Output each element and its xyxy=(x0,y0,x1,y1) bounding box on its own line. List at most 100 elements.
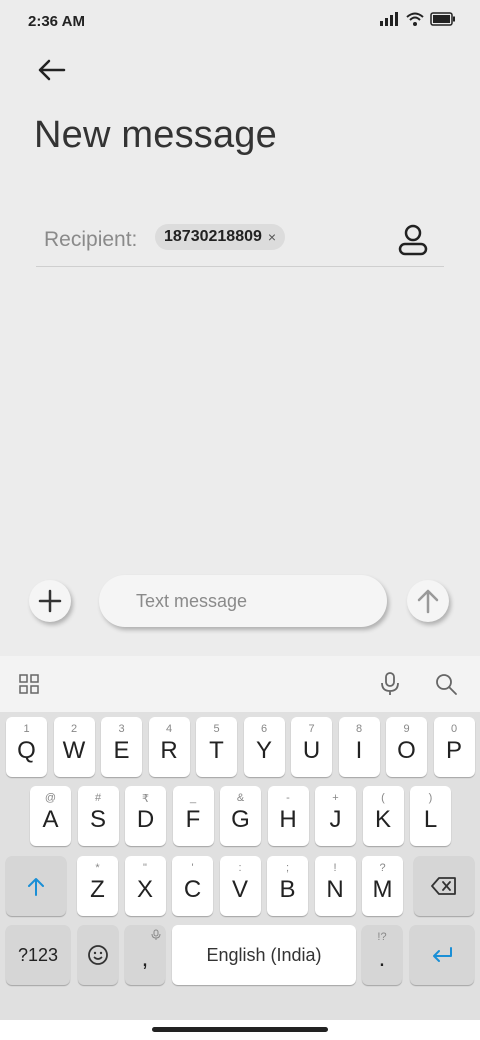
comma-key-label: , xyxy=(141,945,149,972)
key-v[interactable]: :V xyxy=(219,856,261,916)
battery-icon xyxy=(430,12,455,26)
shift-arrow-icon xyxy=(28,878,44,896)
key-l[interactable]: ) L xyxy=(410,786,451,846)
key-g[interactable]: & G xyxy=(220,786,261,846)
key-m[interactable]: ? M xyxy=(362,856,403,916)
key-label: S xyxy=(89,806,106,833)
shift-key[interactable] xyxy=(6,856,66,916)
key-hint: 5 xyxy=(213,723,220,735)
key-n[interactable]: ! N xyxy=(314,856,356,916)
key-hint: ; xyxy=(285,862,290,874)
key-hint: _ xyxy=(189,792,197,804)
key-hint: 4 xyxy=(165,723,173,735)
key-d[interactable]: ₹ D xyxy=(125,786,166,846)
comma-key[interactable]: , xyxy=(125,925,165,985)
key-label: G xyxy=(231,806,250,833)
key-i[interactable]: 8I xyxy=(338,717,380,777)
period-key-label: . xyxy=(378,945,386,972)
key-hint: * xyxy=(95,862,100,874)
key-hint: : xyxy=(238,862,242,874)
key-hint: ' xyxy=(191,862,194,874)
backspace-icon xyxy=(431,877,456,895)
key-label: E xyxy=(113,737,130,764)
key-k[interactable]: (K xyxy=(362,786,404,846)
key-h[interactable]: -H xyxy=(267,786,309,846)
key-s[interactable]: # S xyxy=(77,786,119,846)
page-title: New message xyxy=(34,114,277,156)
key-o[interactable]: 9O xyxy=(386,717,427,777)
key-hint: + xyxy=(332,792,339,804)
enter-icon xyxy=(433,947,452,962)
key-f[interactable]: _ F xyxy=(172,786,214,846)
key-label: Q xyxy=(17,737,36,764)
key-label: P xyxy=(445,737,462,764)
space-key[interactable]: English (India) xyxy=(172,925,356,985)
key-label: A xyxy=(42,806,59,833)
remove-recipient-icon[interactable]: × xyxy=(268,229,276,245)
key-label: O xyxy=(397,737,416,764)
key-u[interactable]: 7U xyxy=(291,717,332,777)
key-x[interactable]: " X xyxy=(124,856,166,916)
microphone-icon[interactable] xyxy=(379,671,401,697)
arrow-up-icon xyxy=(417,589,439,614)
keyboard-toolbar xyxy=(0,656,480,712)
recipient-chip[interactable]: 18730218809 × xyxy=(155,224,286,250)
period-key-hint: !? xyxy=(377,931,387,943)
back-button[interactable] xyxy=(34,52,70,88)
emoji-key[interactable] xyxy=(78,925,118,985)
recipient-label: Recipient: xyxy=(44,228,138,251)
plus-icon xyxy=(38,589,62,613)
recipient-chip-number: 18730218809 xyxy=(164,228,262,245)
key-label: I xyxy=(355,737,363,764)
key-hint: " xyxy=(143,862,147,874)
key-t[interactable]: 5T xyxy=(196,717,237,777)
key-label: L xyxy=(423,806,438,833)
message-input[interactable] xyxy=(136,591,356,612)
enter-key[interactable] xyxy=(410,925,474,985)
key-hint: - xyxy=(286,792,290,804)
key-hint: 9 xyxy=(403,723,410,735)
period-key[interactable]: !? . xyxy=(362,925,402,985)
home-indicator[interactable] xyxy=(152,1027,328,1032)
key-hint: 8 xyxy=(355,723,363,735)
key-label: H xyxy=(279,806,297,833)
key-hint: 1 xyxy=(23,723,30,735)
key-hint: ) xyxy=(428,792,433,804)
key-hint: 3 xyxy=(118,723,125,735)
key-r[interactable]: 4R xyxy=(148,717,190,777)
key-hint: ! xyxy=(333,862,337,874)
key-label: V xyxy=(231,876,248,903)
key-p[interactable]: 0P xyxy=(433,717,475,777)
key-label: W xyxy=(62,737,86,764)
key-w[interactable]: 2W xyxy=(53,717,95,777)
contact-picker-button[interactable] xyxy=(396,222,430,258)
key-label: J xyxy=(329,806,342,833)
back-arrow-icon xyxy=(38,59,66,81)
mic-hint-icon xyxy=(151,929,161,940)
key-hint: # xyxy=(94,792,102,804)
key-j[interactable]: + J xyxy=(315,786,356,846)
symbols-key[interactable]: ?123 xyxy=(6,925,70,985)
backspace-key[interactable] xyxy=(414,856,474,916)
key-label: Z xyxy=(90,876,105,903)
key-c[interactable]: ' C xyxy=(172,856,213,916)
key-b[interactable]: ; B xyxy=(267,856,308,916)
message-field[interactable] xyxy=(99,575,387,627)
apps-grid-icon[interactable] xyxy=(19,674,40,695)
key-z[interactable]: * Z xyxy=(77,856,118,916)
status-time: 2:36 AM xyxy=(28,13,85,30)
attach-button[interactable] xyxy=(29,580,71,622)
key-label: N xyxy=(326,876,344,903)
key-y[interactable]: 6Y xyxy=(243,717,285,777)
key-hint: 6 xyxy=(260,723,268,735)
search-icon[interactable] xyxy=(434,672,458,696)
key-e[interactable]: 3E xyxy=(101,717,142,777)
send-button[interactable] xyxy=(407,580,449,622)
key-label: R xyxy=(160,737,178,764)
key-a[interactable]: @ A xyxy=(30,786,71,846)
key-hint: 7 xyxy=(308,723,315,735)
emoji-icon xyxy=(88,945,108,965)
key-label: X xyxy=(136,876,153,903)
key-hint: ( xyxy=(381,792,385,804)
key-q[interactable]: 1Q xyxy=(6,717,47,777)
